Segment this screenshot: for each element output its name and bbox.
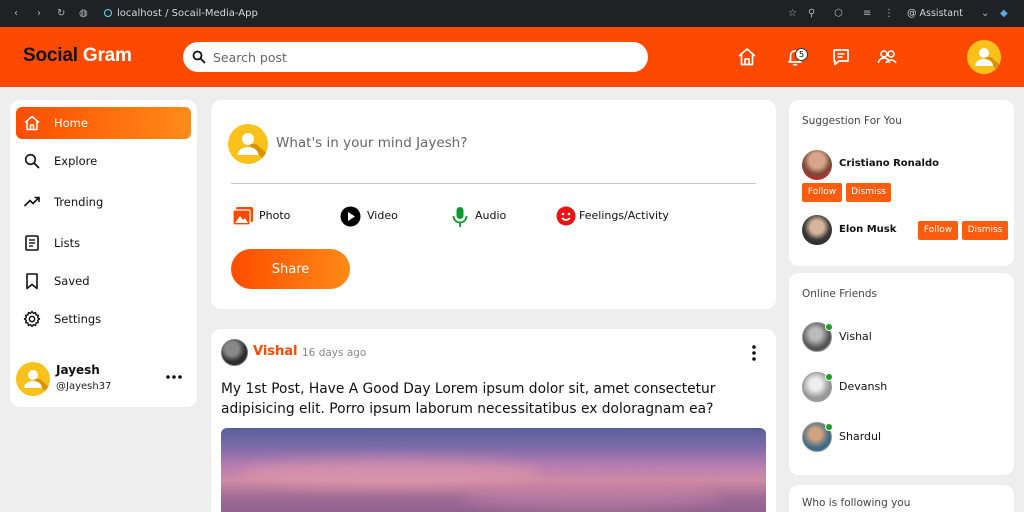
photo-button[interactable]: Photo	[232, 204, 302, 228]
dismiss-button[interactable]: Dismiss	[962, 221, 1008, 240]
react-icon	[104, 9, 112, 17]
menu-item-trending[interactable]: Trending	[16, 186, 191, 218]
audio-wave-icon[interactable]: ⋮	[884, 7, 894, 20]
follow-button[interactable]: Follow	[802, 183, 842, 202]
audio-label: Audio	[475, 209, 507, 222]
link-icon[interactable]: ⚲	[808, 7, 815, 20]
star-icon[interactable]: ☆	[788, 7, 797, 20]
video-button[interactable]: Video	[340, 204, 410, 228]
photo-label: Photo	[259, 209, 291, 222]
message-icon[interactable]	[830, 46, 852, 68]
menu-label-home: Home	[54, 116, 88, 130]
more-options-icon[interactable]	[165, 372, 183, 382]
notification-badge: 5	[795, 48, 808, 61]
menu-label-settings: Settings	[54, 312, 102, 326]
image-cloud	[461, 483, 721, 509]
back-icon[interactable]: ‹	[14, 7, 18, 20]
chevron-down-icon[interactable]: ⌄	[981, 7, 989, 20]
play-icon	[340, 206, 361, 227]
friend-name[interactable]: Devansh	[839, 380, 887, 393]
gear-icon	[23, 310, 41, 328]
post-image[interactable]	[221, 428, 766, 512]
video-label: Video	[367, 209, 398, 222]
friend-name[interactable]: Shardul	[839, 430, 881, 443]
forward-icon[interactable]: ›	[37, 7, 41, 20]
user-avatar[interactable]	[967, 40, 1001, 74]
following-title: Who is following you	[802, 497, 911, 509]
microphone-icon[interactable]: ◍	[79, 7, 88, 20]
assistant-button[interactable]: @ Assistant	[907, 7, 963, 20]
menu-item-saved[interactable]: Saved	[16, 265, 191, 297]
image-cloud	[241, 458, 541, 488]
search-icon	[24, 153, 40, 169]
list-icon	[25, 235, 39, 251]
home-icon[interactable]	[736, 46, 758, 68]
feelings-label: Feelings/Activity	[579, 209, 669, 222]
menu-item-home[interactable]: Home	[16, 107, 191, 139]
online-indicator	[825, 373, 833, 381]
post-options-icon[interactable]	[750, 344, 758, 362]
composer-input[interactable]	[276, 130, 676, 156]
dismiss-button[interactable]: Dismiss	[846, 183, 891, 202]
suggestion-avatar[interactable]	[802, 150, 832, 180]
online-indicator	[825, 423, 833, 431]
brand-second: Gram	[82, 45, 132, 66]
post-text: My 1st Post, Have A Good Day Lorem ipsum…	[221, 381, 716, 417]
menu-lines-icon[interactable]: ≡	[863, 7, 871, 20]
search-icon	[192, 50, 206, 64]
menu-label-lists: Lists	[54, 236, 81, 250]
follow-button[interactable]: Follow	[918, 221, 958, 240]
browser-toolbar: ‹ › ↻ ◍ localhost / Socail-Media-App ☆ ⚲…	[0, 0, 1024, 27]
home-icon	[24, 115, 40, 131]
suggestion-name[interactable]: Cristiano Ronaldo	[839, 158, 939, 169]
search-input[interactable]	[213, 42, 633, 72]
menu-label-trending: Trending	[54, 195, 104, 209]
composer-divider	[231, 183, 756, 184]
feelings-button[interactable]: Feelings/Activity	[556, 204, 676, 228]
friend-name[interactable]: Vishal	[839, 330, 872, 343]
online-friends-title: Online Friends	[802, 288, 877, 300]
brand-logo[interactable]: Social Gram	[23, 45, 132, 67]
share-button[interactable]: Share	[231, 249, 350, 289]
assistant-label: Assistant	[919, 8, 963, 19]
smiley-icon	[556, 206, 576, 226]
profile-avatar[interactable]	[16, 362, 50, 396]
trending-icon	[23, 196, 40, 207]
bookmark-icon	[26, 273, 38, 290]
menu-item-settings[interactable]: Settings	[16, 303, 191, 335]
profile-icon[interactable]: ◆	[1000, 7, 1008, 20]
post-author-name[interactable]: Vishal	[253, 344, 298, 359]
online-indicator	[825, 323, 833, 331]
audio-button[interactable]: Audio	[451, 204, 521, 228]
photo-icon	[232, 207, 253, 226]
profile-handle: @Jayesh37	[56, 381, 112, 392]
menu-item-lists[interactable]: Lists	[16, 227, 191, 259]
profile-name: Jayesh	[56, 363, 100, 377]
extension-icon[interactable]: ⬡	[834, 7, 843, 20]
menu-label-explore: Explore	[54, 154, 98, 168]
menu-label-saved: Saved	[54, 274, 90, 288]
search-bar	[183, 42, 648, 72]
url-text: localhost / Socail-Media-App	[117, 8, 258, 19]
menu-item-explore[interactable]: Explore	[16, 145, 191, 177]
friends-icon[interactable]	[876, 46, 898, 68]
composer-avatar	[228, 124, 268, 164]
suggestions-title: Suggestion For You	[802, 115, 902, 127]
suggestion-avatar[interactable]	[802, 215, 832, 245]
brand-first: Social	[23, 45, 78, 66]
app-header: Social Gram 5	[0, 27, 1024, 87]
post-author-avatar[interactable]	[221, 339, 248, 366]
reload-icon[interactable]: ↻	[57, 7, 65, 20]
post-timestamp: 16 days ago	[302, 347, 367, 359]
address-bar[interactable]: localhost / Socail-Media-App	[104, 7, 258, 20]
microphone-icon	[452, 207, 468, 227]
suggestion-name[interactable]: Elon Musk	[839, 224, 896, 235]
